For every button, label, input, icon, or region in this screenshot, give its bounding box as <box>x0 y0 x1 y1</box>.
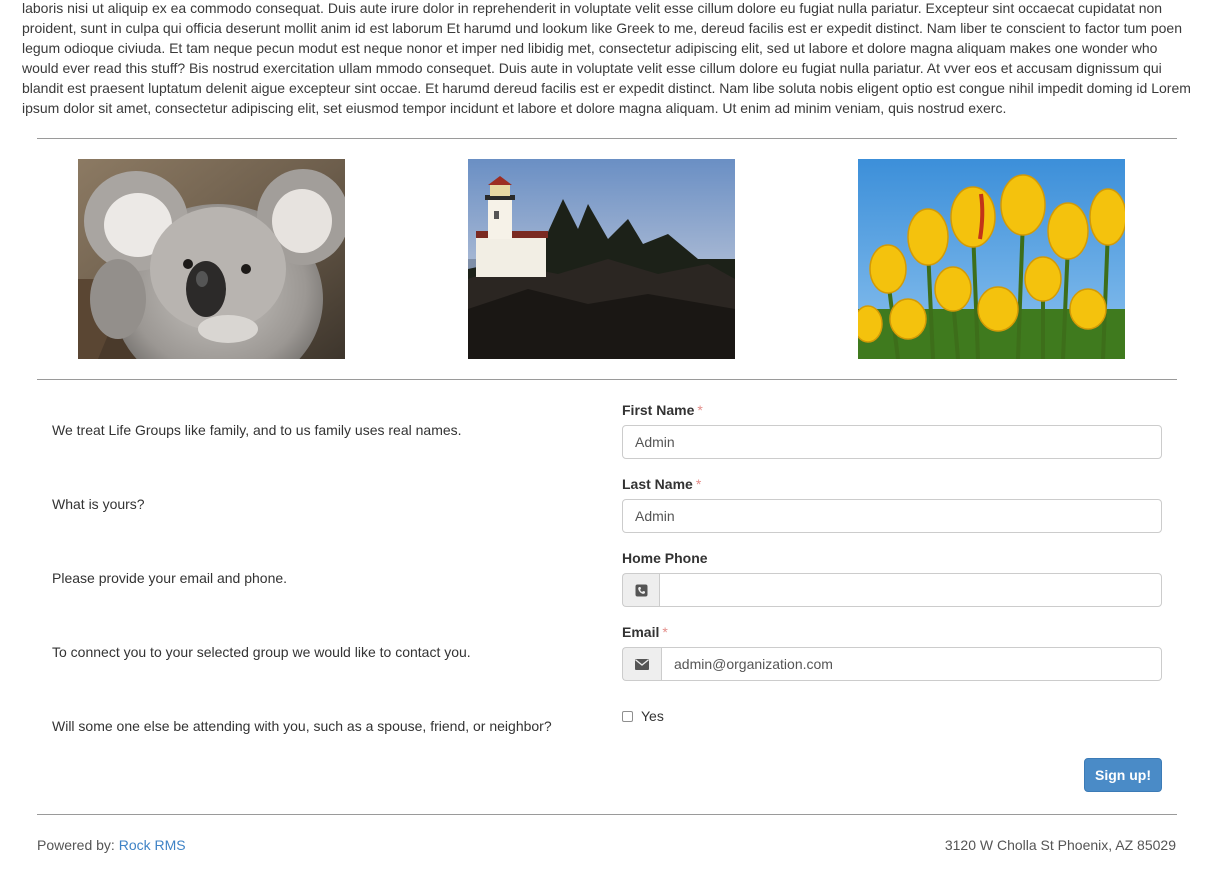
required-marker: * <box>697 402 703 418</box>
yours-prompt: What is yours? <box>52 496 145 512</box>
tulips-photo <box>858 159 1125 359</box>
last-name-input[interactable] <box>622 499 1162 533</box>
envelope-icon <box>622 647 661 681</box>
address: 3120 W Cholla St Phoenix, AZ 85029 <box>944 837 1176 853</box>
checkbox-label: Yes <box>641 708 664 724</box>
powered-by: Powered by: Rock RMS <box>37 837 186 853</box>
attending-prompt: Will some one else be attending with you… <box>52 718 552 734</box>
first-name-label: First Name * <box>622 402 703 418</box>
email-group <box>622 647 1162 681</box>
contact-prompt: Please provide your email and phone. <box>52 570 288 586</box>
rock-rms-link[interactable]: Rock RMS <box>119 837 186 853</box>
attending-checkbox[interactable]: Yes <box>622 708 664 724</box>
koala-photo <box>78 159 345 359</box>
phone-icon <box>622 573 659 607</box>
home-phone-label: Home Phone <box>622 550 708 566</box>
connect-prompt: To connect you to your selected group we… <box>52 644 471 660</box>
divider <box>37 138 1177 139</box>
divider <box>37 379 1177 380</box>
last-name-label: Last Name * <box>622 476 702 492</box>
lighthouse-photo <box>468 159 735 359</box>
home-phone-group <box>622 573 1162 607</box>
required-marker: * <box>662 624 668 640</box>
sign-up-button[interactable]: Sign up! <box>1084 758 1162 792</box>
checkbox-box[interactable] <box>622 710 633 722</box>
intro-paragraph: laboris nisi ut aliquip ex ea commodo co… <box>22 0 1191 116</box>
divider <box>37 814 1177 815</box>
email-input[interactable] <box>661 647 1162 681</box>
home-phone-input[interactable] <box>659 573 1162 607</box>
email-label: Email * <box>622 624 668 640</box>
first-name-input[interactable] <box>622 425 1162 459</box>
names-prompt: We treat Life Groups like family, and to… <box>52 422 462 438</box>
required-marker: * <box>695 476 702 492</box>
